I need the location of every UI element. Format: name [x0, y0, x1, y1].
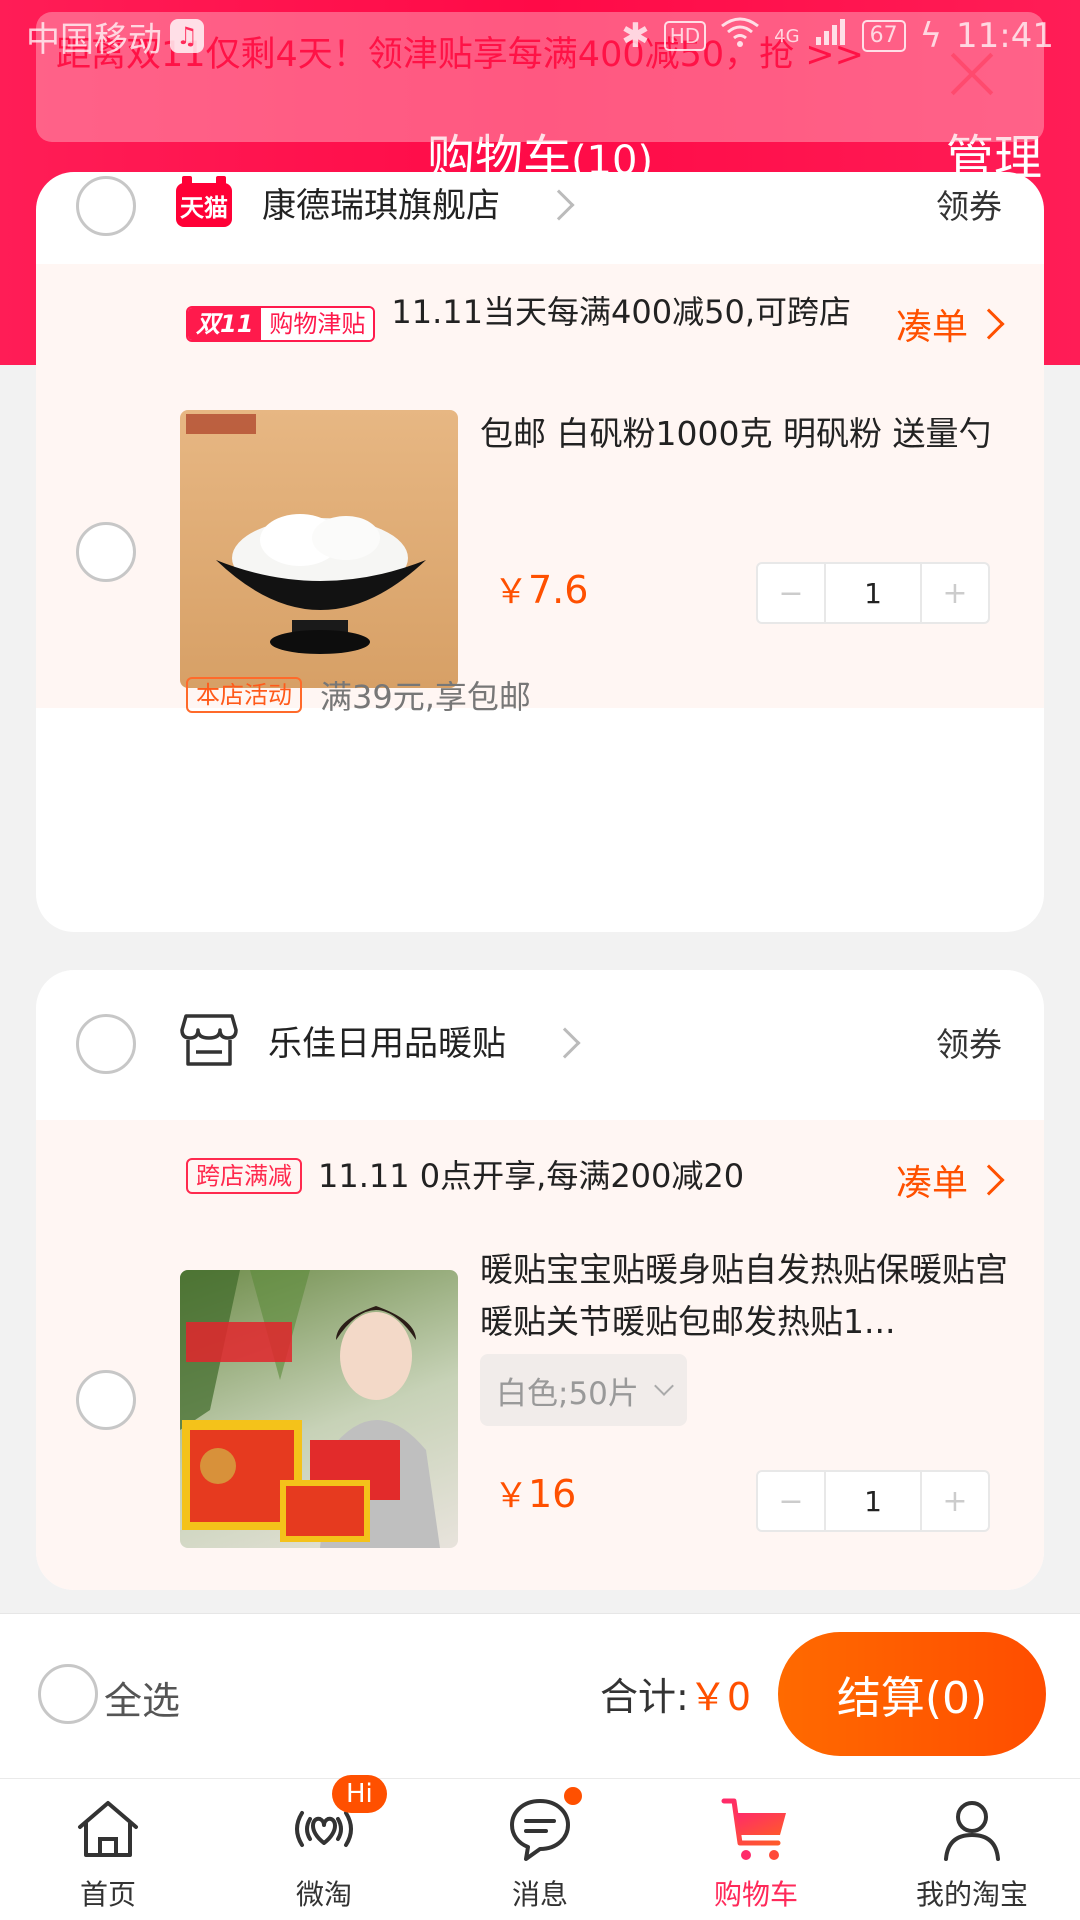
item-zone: 跨店满减 11.11 0点开享,每满200减20 凑单 暖贴宝宝贴暖身贴自发热贴… — [36, 1120, 1044, 1590]
cross-store-tag: 跨店满减 — [186, 1158, 302, 1194]
promo-line: 跨店满减 11.11 0点开享,每满200减20 — [186, 1154, 744, 1198]
item-select-checkbox[interactable] — [76, 1370, 136, 1430]
shop-name[interactable]: 乐佳日用品暖贴 — [268, 1016, 506, 1065]
product-image-heat-patch[interactable] — [180, 1270, 458, 1548]
promo-text: 11.11当天每满400减50,可跨店 — [391, 293, 851, 331]
tab-weitao[interactable]: Hi 微淘 — [216, 1775, 432, 1920]
price-value: 7.6 — [528, 568, 589, 612]
tab-label: 微淘 — [295, 1878, 352, 1911]
signal-icon — [814, 16, 848, 56]
quantity-value[interactable]: 1 — [824, 1472, 922, 1530]
wifi-icon — [720, 16, 760, 57]
hi-badge: Hi — [332, 1775, 387, 1813]
product-price: ￥16 — [494, 1468, 576, 1517]
hd-badge: HD — [663, 21, 707, 51]
tab-cart[interactable]: 购物车 — [648, 1779, 864, 1920]
product-price: ￥7.6 — [494, 564, 588, 613]
increment-button[interactable]: + — [922, 564, 988, 622]
currency-symbol: ￥ — [494, 572, 528, 612]
status-bar: 中国移动 ♫ ✱ HD 4G 67 ϟ 11:41 — [0, 0, 1080, 72]
shop-card: 天猫 康德瑞琪旗舰店 领券 双11 购物津贴 11.11当天每满400减50,可跨… — [36, 172, 1044, 932]
add-on-button[interactable]: 凑单 — [896, 1154, 1005, 1206]
shop-activity-text[interactable]: 满39元,享包邮 — [320, 672, 531, 718]
bluetooth-icon: ✱ — [621, 16, 650, 56]
tab-home[interactable]: 首页 — [0, 1779, 216, 1920]
network-type: 4G — [774, 25, 800, 47]
battery-icon: 67 — [861, 20, 906, 52]
cart-icon — [721, 1798, 786, 1860]
music-icon: ♫ — [170, 19, 204, 53]
user-icon — [944, 1801, 1000, 1861]
shop-select-checkbox[interactable] — [76, 1014, 136, 1074]
double11-tag-sub: 购物津贴 — [261, 308, 374, 340]
increment-button[interactable]: + — [922, 1472, 988, 1530]
shop-header[interactable]: 乐佳日用品暖贴 领券 — [36, 970, 1044, 1080]
coupon-button[interactable]: 领券 — [936, 1018, 1002, 1066]
decrement-button[interactable]: − — [758, 564, 824, 622]
tab-label: 消息 — [511, 1878, 568, 1911]
shop-activity-tag: 本店活动 — [186, 677, 302, 713]
tab-bar: 首页 Hi 微淘 消息 购物车 我的淘宝 — [0, 1775, 1080, 1920]
add-on-button[interactable]: 凑单 — [896, 298, 1005, 350]
add-on-label[interactable]: 凑单 — [896, 298, 968, 350]
notification-dot — [562, 1785, 584, 1807]
price-value: 16 — [528, 1472, 577, 1516]
shop-card: 乐佳日用品暖贴 领券 跨店满减 11.11 0点开享,每满200减20 凑单 暖… — [36, 970, 1044, 1590]
currency-symbol: ￥ — [494, 1476, 528, 1516]
chevron-right-icon — [973, 308, 1005, 340]
select-all-label[interactable]: 全选 — [104, 1670, 180, 1725]
chevron-down-icon — [653, 1376, 674, 1396]
double11-tag-main: 双11 — [188, 308, 262, 340]
chevron-right-icon — [549, 1027, 581, 1059]
charging-icon: ϟ — [919, 16, 943, 56]
decrement-button[interactable]: − — [758, 1472, 824, 1530]
total-label: 合计: — [600, 1675, 689, 1719]
quantity-value[interactable]: 1 — [824, 564, 922, 622]
item-zone: 双11 购物津贴 11.11当天每满400减50,可跨店 凑单 包邮 白矾粉100… — [36, 264, 1044, 708]
sku-value[interactable]: 白色;50片 — [496, 1368, 639, 1413]
quantity-stepper[interactable]: − 1 + — [756, 562, 990, 624]
shop-activity[interactable]: 本店活动 满39元,享包邮 — [186, 672, 531, 718]
tab-label: 首页 — [79, 1878, 136, 1911]
checkout-button[interactable]: 结算(0) — [778, 1632, 1046, 1756]
chevron-right-icon — [543, 189, 575, 221]
checkout-bar: 全选 合计:￥0 结算(0) — [0, 1613, 1080, 1778]
quantity-stepper[interactable]: − 1 + — [756, 1470, 990, 1532]
tab-label: 购物车 — [713, 1878, 798, 1911]
carrier-label: 中国移动 — [26, 19, 162, 60]
clock: 11:41 — [956, 16, 1054, 56]
tab-messages[interactable]: 消息 — [432, 1779, 648, 1920]
double11-tag: 双11 购物津贴 — [186, 306, 376, 342]
cart-count: (10) — [570, 138, 654, 184]
item-select-checkbox[interactable] — [76, 522, 136, 582]
store-icon — [180, 1014, 238, 1066]
select-all-checkbox[interactable] — [38, 1664, 98, 1724]
promo-text: 11.11 0点开享,每满200减20 — [318, 1157, 745, 1195]
sku-selector[interactable]: 白色;50片 — [480, 1354, 687, 1426]
tab-label: 我的淘宝 — [915, 1878, 1028, 1911]
product-title[interactable]: 暖贴宝宝贴暖身贴自发热贴保暖贴宫暖贴关节暖贴包邮发热贴1... — [480, 1244, 1024, 1348]
product-title[interactable]: 包邮 白矾粉1000克 明矾粉 送量勺 — [480, 408, 1000, 460]
chevron-right-icon — [973, 1164, 1005, 1196]
tab-my-taobao[interactable]: 我的淘宝 — [864, 1779, 1080, 1920]
add-on-label[interactable]: 凑单 — [896, 1154, 968, 1206]
total-amount: ￥0 — [688, 1675, 751, 1719]
product-image-alum[interactable] — [180, 410, 458, 688]
promo-line: 双11 购物津贴 11.11当天每满400减50,可跨店 — [186, 290, 926, 342]
total-price: 合计:￥0 — [600, 1666, 751, 1721]
home-icon — [78, 1801, 138, 1857]
tmall-icon: 天猫 — [176, 176, 232, 227]
